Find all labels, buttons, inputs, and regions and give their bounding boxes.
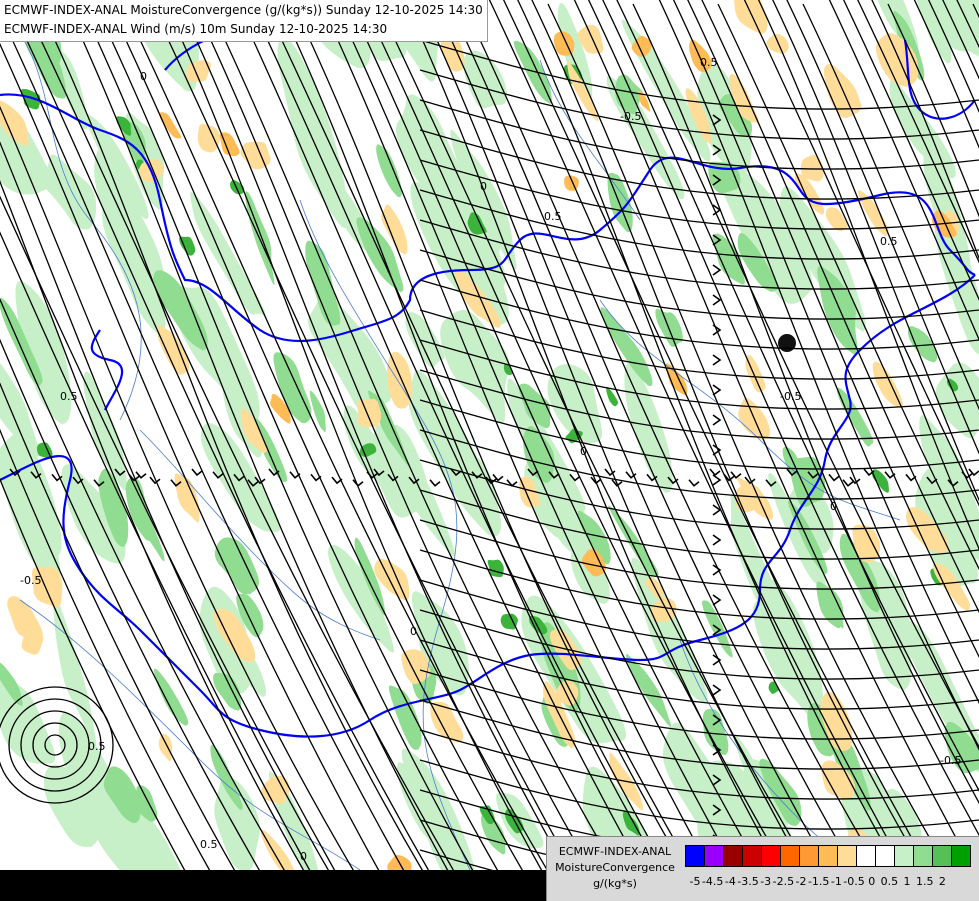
legend-tick-label: -3 [760,875,772,888]
legend-swatch [742,845,762,867]
legend-swatch [856,845,876,867]
legend-tick-label: -3.5 [737,875,759,888]
contour-label: 0 [830,500,837,513]
contour-label: 0.5 [60,390,78,403]
legend-tick-label: -4 [724,875,736,888]
legend-swatch [780,845,800,867]
legend-tick-label: 2 [938,875,946,888]
legend-swatch [951,845,971,867]
color-legend: ECMWF-INDEX-ANAL MoistureConvergence g/(… [546,836,979,901]
legend-tick-label: -5 [689,875,701,888]
legend-swatch [685,845,705,867]
divergence-area [356,398,381,428]
legend-swatch [913,845,933,867]
contour-label: 0.5 [880,235,898,248]
legend-swatch [818,845,838,867]
legend-swatch [837,845,857,867]
contour-label: -0.5 [20,574,41,587]
contour-label: 0.5 [544,210,562,223]
legend-parameter-label: MoistureConvergence [555,861,675,874]
legend-swatch [799,845,819,867]
legend-tick-label: -0.5 [843,875,865,888]
legend-tick-label: -1 [830,875,842,888]
legend-tick-label: -2.5 [772,875,795,888]
legend-tick-label: 0.5 [880,875,899,888]
legend-tick-label: 0 [868,875,876,888]
legend-tick-label: 1 [903,875,911,888]
legend-tick-label: -2 [795,875,807,888]
title-wind: ECMWF-INDEX-ANAL Wind (m/s) 10m Sunday 1… [4,22,388,36]
contour-label: -0.5 [780,390,801,403]
legend-tick-label: -1.5 [807,875,830,888]
legend-model-label: ECMWF-INDEX-ANAL [558,845,672,858]
legend-tick-label: 1.5 [915,875,934,888]
strong-convergence-spot [778,334,796,352]
contour-label: 0.5 [700,56,718,69]
legend-unit-label: g/(kg*s) [593,877,637,890]
contour-label: 0 [410,625,417,638]
legend-swatch [761,845,781,867]
weather-map: 00.5-0.50.500.5-0.500.5-0.500.50-0.50.50 [0,0,979,900]
contour-label: 0.5 [200,838,218,851]
legend-swatch [894,845,914,867]
map-title-box: ECMWF-INDEX-ANAL MoistureConvergence (g/… [0,0,488,42]
contour-label: 0 [480,180,487,193]
legend-swatch [932,845,952,867]
contour-label: -0.5 [940,754,961,767]
legend-tick-label: -4.5 [701,875,724,888]
contour-label: 0.5 [88,740,106,753]
title-moisture-convergence: ECMWF-INDEX-ANAL MoistureConvergence (g/… [4,3,483,17]
contour-label: -0.5 [620,110,641,123]
legend-swatch [875,845,895,867]
contour-label: 0 [140,70,147,83]
contour-label: 0 [580,445,587,458]
contour-label: 0 [300,850,307,863]
legend-swatch [723,845,743,867]
legend-swatch [704,845,724,867]
